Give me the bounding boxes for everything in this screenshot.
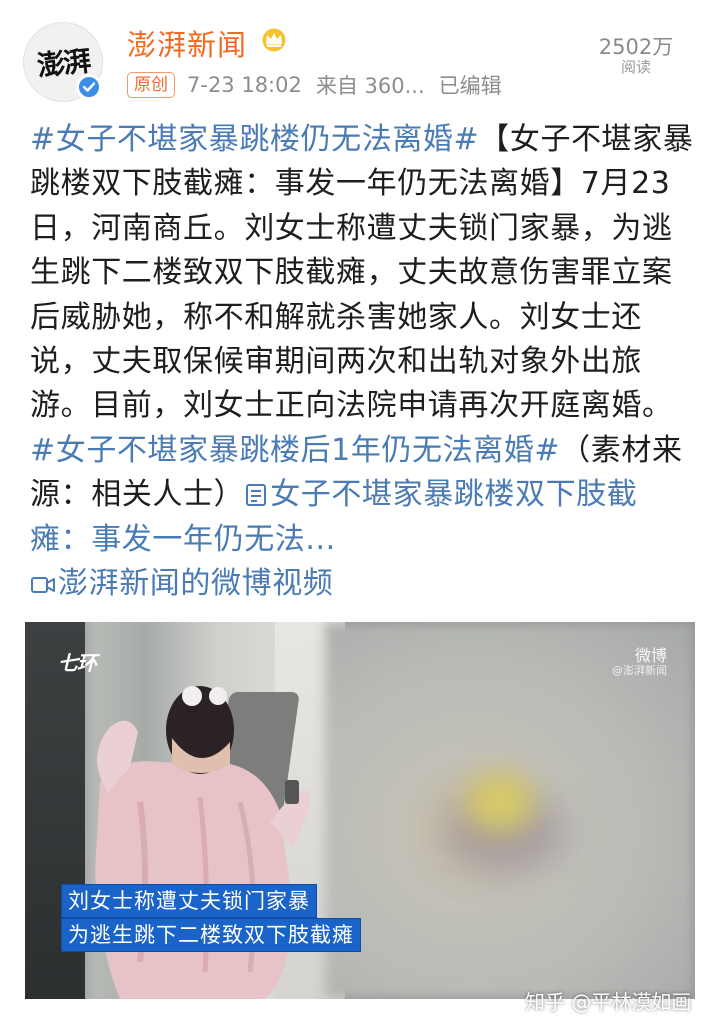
hashtag-link[interactable]: #女子不堪家暴跳楼后1年仍无法离婚# xyxy=(30,433,560,468)
channel-logo: 七环 xyxy=(58,651,97,675)
original-badge: 原创 xyxy=(127,72,175,98)
post-meta: 原创 7-23 18:02 来自 360... 已编辑 xyxy=(127,70,502,100)
post-body: 【女子不堪家暴跳楼双下肢截瘫：事发一年仍无法离婚】7月23日，河南商丘。刘女士称… xyxy=(30,122,694,424)
account-name[interactable]: 澎湃新闻 xyxy=(127,22,247,64)
post-source: 来自 360... xyxy=(315,74,425,98)
crown-icon xyxy=(262,28,286,52)
edited-label[interactable]: 已编辑 xyxy=(439,70,502,100)
hashtag-link[interactable]: #女子不堪家暴跳楼仍无法离婚# xyxy=(30,122,479,157)
video-icon xyxy=(31,577,55,594)
reads-label: 阅读 xyxy=(620,58,651,76)
post-text: #女子不堪家暴跳楼仍无法离婚#【女子不堪家暴跳楼双下肢截瘫：事发一年仍无法离婚】… xyxy=(30,118,698,606)
video-link-text: 澎湃新闻的微博视频 xyxy=(58,566,334,602)
verified-icon xyxy=(76,74,102,100)
post-time: 7-23 18:02 xyxy=(187,73,302,97)
post-header: 澎湃 澎湃新闻 原创 7-23 18:02 来自 360... 已编辑 2502… xyxy=(0,0,720,110)
video-thumbnail[interactable]: 七环 微博 @澎湃新闻 刘女士称遭丈夫锁门家暴 为逃生跳下二楼致双下肢截瘫 xyxy=(25,622,695,999)
video-link[interactable]: 澎湃新闻的微博视频 xyxy=(30,566,333,601)
blurred-region-detail xyxy=(465,772,535,832)
video-caption: 为逃生跳下二楼致双下肢截瘫 xyxy=(61,918,361,952)
video-caption: 刘女士称遭丈夫锁门家暴 xyxy=(61,884,317,918)
zhihu-watermark: 知乎 @平林漠如画 xyxy=(525,990,692,1014)
weibo-watermark-account: @澎湃新闻 xyxy=(612,664,667,677)
article-icon xyxy=(246,484,267,507)
